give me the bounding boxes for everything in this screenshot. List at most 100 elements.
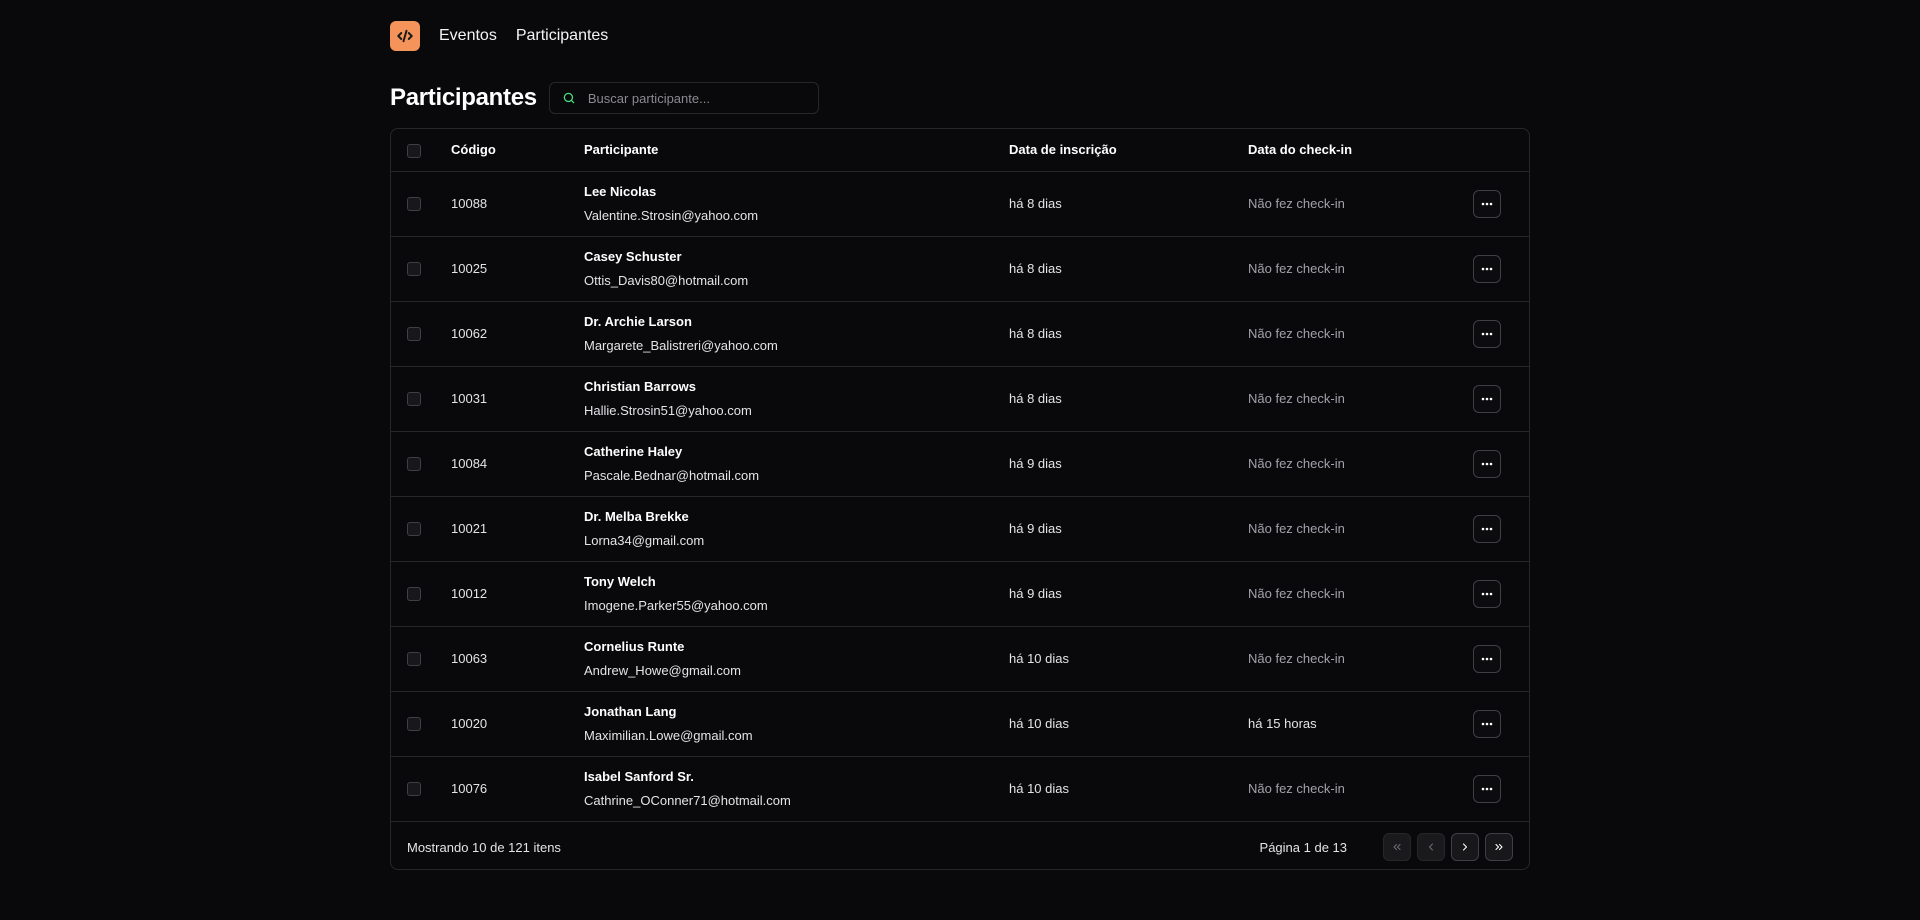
row-checkbox[interactable]	[407, 392, 421, 407]
checkin-date: Não fez check-in	[1248, 326, 1345, 341]
participant-code: 10076	[451, 781, 488, 796]
participant-email: Ottis_Davis80@hotmail.com	[584, 273, 749, 288]
participant-name: Cornelius Runte	[584, 639, 685, 654]
participant-cell: Isabel Sanford Sr. Cathrine_OConner71@hot…	[584, 756, 1009, 821]
row-checkbox[interactable]	[407, 522, 421, 537]
table-row: 10021 Dr. Melba Brekke Lorna34@gmail.com há…	[391, 496, 1529, 561]
more-horizontal-icon	[1481, 592, 1493, 595]
row-actions-button[interactable]	[1473, 254, 1501, 283]
more-horizontal-icon	[1481, 527, 1493, 530]
registration-date: há 8 dias	[1009, 261, 1062, 276]
checkin-date: Não fez check-in	[1248, 521, 1345, 536]
chevrons-left-icon	[1393, 843, 1401, 851]
checkin-date: Não fez check-in	[1248, 586, 1345, 601]
row-checkbox[interactable]	[407, 327, 421, 342]
row-checkbox[interactable]	[407, 457, 421, 472]
more-horizontal-icon	[1481, 722, 1493, 725]
table-header-row: Código Participante Data de inscrição Da…	[391, 129, 1529, 171]
participant-cell: Dr. Melba Brekke Lorna34@gmail.com	[584, 496, 1009, 561]
nav-link-eventos[interactable]: Eventos	[439, 27, 497, 45]
search-input[interactable]	[587, 90, 808, 106]
table-row: 10025 Casey Schuster Ottis_Davis80@hotmail…	[391, 236, 1529, 301]
participant-name: Dr. Melba Brekke	[584, 509, 689, 524]
registration-date: há 10 dias	[1009, 781, 1069, 796]
search-icon	[563, 92, 575, 104]
first-page-button[interactable]	[1383, 833, 1411, 861]
row-actions-button[interactable]	[1473, 319, 1501, 348]
participant-email: Valentine.Strosin@yahoo.com	[584, 208, 759, 223]
participant-code: 10025	[451, 261, 488, 276]
more-horizontal-icon	[1481, 332, 1493, 335]
participant-email: Pascale.Bednar@hotmail.com	[584, 468, 760, 483]
header-code: Código	[451, 142, 496, 158]
table-row: 10088 Lee Nicolas Valentine.Strosin@yahoo.…	[391, 171, 1529, 236]
header-checkin-date: Data do check-in	[1248, 142, 1353, 158]
row-checkbox[interactable]	[407, 262, 421, 277]
participant-name: Lee Nicolas	[584, 184, 657, 199]
participant-email: Hallie.Strosin51@yahoo.com	[584, 403, 752, 418]
participant-cell: Casey Schuster Ottis_Davis80@hotmail.com	[584, 236, 1009, 301]
more-horizontal-icon	[1481, 202, 1493, 205]
row-actions-button[interactable]	[1473, 709, 1501, 738]
participant-code: 10021	[451, 521, 488, 536]
participant-cell: Catherine Haley Pascale.Bednar@hotmail.co…	[584, 431, 1009, 496]
table-row: 10062 Dr. Archie Larson Margarete_Balistre…	[391, 301, 1529, 366]
registration-date: há 10 dias	[1009, 716, 1069, 731]
participant-name: Casey Schuster	[584, 249, 682, 264]
participant-name: Christian Barrows	[584, 379, 696, 394]
table-row: 10020 Jonathan Lang Maximilian.Lowe@gmail.…	[391, 691, 1529, 756]
nav-link-participantes[interactable]: Participantes	[516, 27, 609, 45]
row-checkbox[interactable]	[407, 652, 421, 667]
participant-name: Tony Welch	[584, 574, 656, 589]
checkin-date: Não fez check-in	[1248, 651, 1345, 666]
row-actions-button[interactable]	[1473, 774, 1501, 803]
participant-name: Dr. Archie Larson	[584, 314, 692, 329]
code-icon	[397, 29, 413, 43]
checkin-date: Não fez check-in	[1248, 261, 1345, 276]
row-actions-button[interactable]	[1473, 449, 1501, 478]
checkin-date: Não fez check-in	[1248, 781, 1345, 796]
participant-code: 10084	[451, 456, 488, 471]
row-checkbox[interactable]	[407, 717, 421, 732]
next-page-button[interactable]	[1451, 833, 1479, 861]
registration-date: há 8 dias	[1009, 326, 1062, 341]
registration-date: há 8 dias	[1009, 196, 1062, 211]
checkin-date: Não fez check-in	[1248, 456, 1345, 471]
logo[interactable]	[390, 21, 420, 51]
header-registration-date: Data de inscrição	[1009, 142, 1117, 158]
select-all-checkbox[interactable]	[407, 143, 421, 158]
search-box[interactable]	[548, 82, 819, 114]
row-checkbox[interactable]	[407, 782, 421, 797]
top-nav: Eventos Participantes	[390, 0, 1530, 72]
chevron-right-icon	[1462, 843, 1468, 851]
row-actions-button[interactable]	[1473, 189, 1501, 218]
participant-name: Catherine Haley	[584, 444, 683, 459]
participant-email: Margarete_Balistreri@yahoo.com	[584, 338, 778, 353]
checkin-date: há 15 horas	[1248, 716, 1317, 731]
app-container: Eventos Participantes Participantes Códi…	[390, 0, 1530, 870]
row-actions-button[interactable]	[1473, 514, 1501, 543]
chevron-left-icon	[1428, 843, 1434, 851]
participant-email: Maximilian.Lowe@gmail.com	[584, 728, 753, 743]
participant-code: 10088	[451, 196, 488, 211]
table-row: 10063 Cornelius Runte Andrew_Howe@gmail.co…	[391, 626, 1529, 691]
participant-name: Isabel Sanford Sr.	[584, 769, 694, 784]
participant-email: Imogene.Parker55@yahoo.com	[584, 598, 768, 613]
header-participant: Participante	[584, 142, 659, 158]
participant-email: Lorna34@gmail.com	[584, 533, 705, 548]
row-actions-button[interactable]	[1473, 579, 1501, 608]
last-page-button[interactable]	[1485, 833, 1513, 861]
row-actions-button[interactable]	[1473, 644, 1501, 673]
row-actions-button[interactable]	[1473, 384, 1501, 413]
table-row: 10012 Tony Welch Imogene.Parker55@yahoo.co…	[391, 561, 1529, 626]
row-checkbox[interactable]	[407, 587, 421, 602]
row-checkbox[interactable]	[407, 197, 421, 212]
participant-code: 10020	[451, 716, 488, 731]
table-row: 10031 Christian Barrows Hallie.Strosin51@y…	[391, 366, 1529, 431]
participants-table-card: Código Participante Data de inscrição Da…	[390, 128, 1530, 870]
participant-email: Cathrine_OConner71@hotmail.com	[584, 793, 791, 808]
registration-date: há 9 dias	[1009, 456, 1062, 471]
more-horizontal-icon	[1481, 787, 1493, 790]
more-horizontal-icon	[1481, 462, 1493, 465]
previous-page-button[interactable]	[1417, 833, 1445, 861]
